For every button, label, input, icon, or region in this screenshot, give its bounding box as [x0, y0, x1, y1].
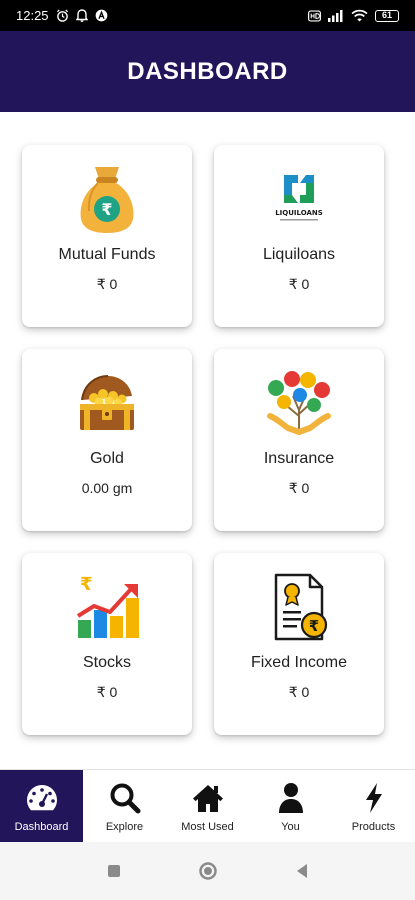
logo-text: LIQUILOANS: [275, 209, 323, 217]
signal-icon: [328, 9, 344, 22]
treasure-chest-icon: [71, 367, 143, 439]
card-title: Fixed Income: [250, 654, 348, 671]
card-value: 0.00 gm: [81, 480, 133, 496]
wifi-icon: [351, 9, 368, 22]
nav-explore[interactable]: Explore: [83, 770, 166, 843]
user-icon: [274, 781, 308, 815]
battery-icon: 61: [375, 9, 399, 22]
card-value: ₹ 0: [288, 276, 310, 292]
card-liquiloans[interactable]: LIQUILOANS Liquiloans ₹ 0: [214, 145, 384, 327]
status-bar: 12:25 61: [0, 0, 415, 31]
home-icon: [191, 781, 225, 815]
app-header: DASHBOARD: [0, 31, 415, 112]
hd-icon: [308, 9, 321, 22]
svg-text:₹: ₹: [309, 617, 319, 635]
bottom-nav: Dashboard Explore Most Used You Products: [0, 769, 415, 843]
card-stocks[interactable]: ₹ Stocks ₹ 0: [22, 553, 192, 735]
recents-button[interactable]: [103, 860, 125, 882]
home-button[interactable]: [197, 860, 219, 882]
svg-text:₹: ₹: [80, 574, 93, 595]
card-value: ₹ 0: [96, 684, 118, 700]
svg-text:₹: ₹: [101, 200, 112, 219]
speedometer-icon: [25, 781, 59, 815]
certificate-icon: ₹: [263, 571, 335, 643]
card-title: Stocks: [82, 654, 131, 671]
nav-label: Dashboard: [14, 820, 69, 833]
card-value: ₹ 0: [288, 684, 310, 700]
page-title: DASHBOARD: [127, 57, 288, 85]
card-value: ₹ 0: [288, 480, 310, 496]
status-time: 12:25: [16, 8, 49, 23]
battery-level: 61: [381, 10, 392, 20]
card-title: Liquiloans: [262, 246, 336, 263]
nav-label: Products: [351, 820, 396, 833]
nav-you[interactable]: You: [249, 770, 332, 843]
nav-most-used[interactable]: Most Used: [166, 770, 249, 843]
alarm-icon: [56, 9, 69, 22]
status-left: 12:25: [16, 8, 108, 23]
nav-label: You: [281, 820, 300, 833]
card-mutual-funds[interactable]: ₹ Mutual Funds ₹ 0: [22, 145, 192, 327]
status-right: 61: [308, 9, 399, 22]
money-bag-icon: ₹: [71, 163, 143, 235]
nav-products[interactable]: Products: [332, 770, 415, 843]
stocks-chart-icon: ₹: [71, 571, 143, 643]
card-title: Insurance: [263, 450, 335, 467]
insurance-hands-icon: [263, 367, 335, 439]
search-icon: [108, 781, 142, 815]
card-title: Gold: [90, 450, 124, 467]
nav-label: Explore: [105, 820, 144, 833]
system-nav-bar: [0, 842, 415, 900]
card-gold[interactable]: Gold 0.00 gm: [22, 349, 192, 531]
card-value: ₹ 0: [96, 276, 118, 292]
card-insurance[interactable]: Insurance ₹ 0: [214, 349, 384, 531]
bolt-icon: [357, 781, 391, 815]
nav-dashboard[interactable]: Dashboard: [0, 770, 83, 843]
nav-label: Most Used: [181, 820, 234, 833]
back-button[interactable]: [291, 860, 313, 882]
notification-bell-icon: [75, 9, 88, 22]
card-title: Mutual Funds: [58, 246, 156, 263]
card-fixed-income[interactable]: ₹ Fixed Income ₹ 0: [214, 553, 384, 735]
liquiloans-logo: LIQUILOANS: [263, 163, 335, 235]
app-a-icon: [95, 9, 108, 22]
